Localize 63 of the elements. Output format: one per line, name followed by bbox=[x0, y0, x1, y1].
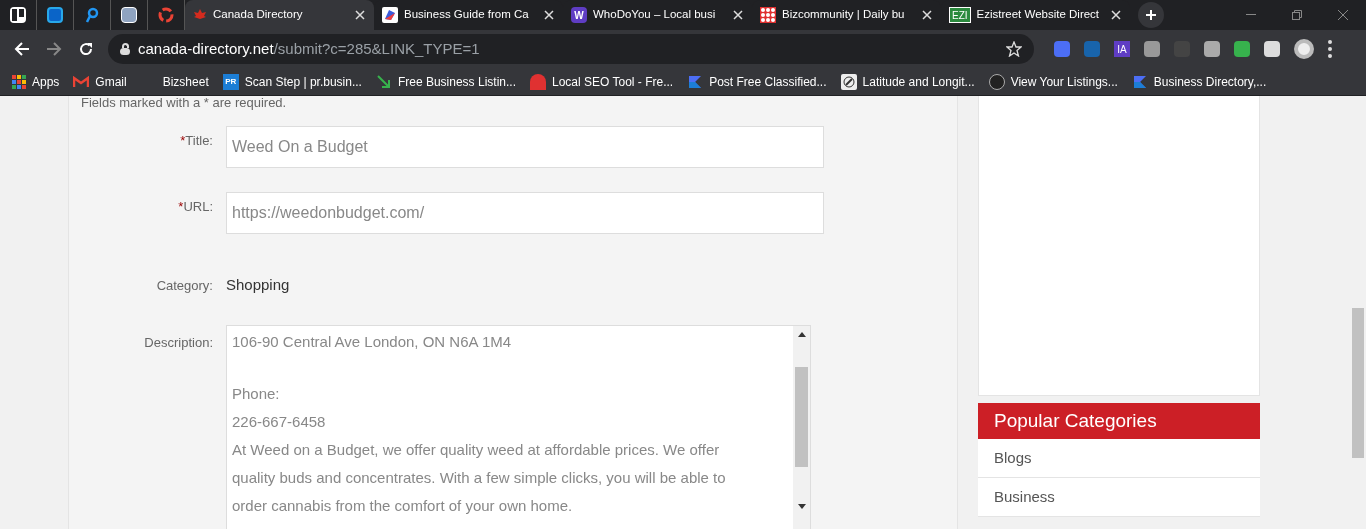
close-icon[interactable] bbox=[921, 9, 933, 21]
scrollbar[interactable] bbox=[793, 325, 810, 529]
gmail-icon bbox=[73, 75, 90, 88]
board-icon bbox=[10, 7, 26, 23]
description-line: 106-90 Central Ave London, ON N6A 1M4 bbox=[232, 331, 513, 352]
extension-icon[interactable] bbox=[1234, 41, 1250, 57]
lock-icon bbox=[120, 43, 130, 55]
description-line: At Weed on a Budget, we offer quality weed at affordable prices. We offer bbox=[232, 439, 721, 460]
close-icon[interactable] bbox=[354, 9, 366, 21]
plus-icon bbox=[1145, 9, 1157, 21]
description-line: quality buds and concentrates. With a few simple clicks, you will be able to bbox=[232, 467, 727, 488]
scroll-down-icon[interactable] bbox=[797, 503, 806, 509]
apps-icon bbox=[12, 74, 26, 89]
ezi-icon: EZI bbox=[949, 7, 971, 23]
star-icon[interactable] bbox=[1006, 41, 1022, 57]
search-icon bbox=[85, 7, 99, 23]
required-note: Fields marked with a * are required. bbox=[80, 96, 287, 109]
bookmark[interactable]: Free Business Listin... bbox=[375, 72, 520, 91]
field-label: *URL: bbox=[177, 198, 213, 216]
field-label: Description: bbox=[143, 333, 213, 352]
maple-leaf-icon bbox=[193, 9, 207, 21]
bookmark[interactable]: Bizsheet bbox=[140, 72, 213, 91]
category-link[interactable]: Business bbox=[978, 478, 1260, 517]
profile-icon[interactable] bbox=[1294, 39, 1314, 59]
close-icon[interactable] bbox=[543, 9, 555, 21]
bookmark[interactable]: PR Scan Step | pr.busin... bbox=[222, 72, 366, 91]
categories-heading: Popular Categories bbox=[978, 403, 1260, 439]
bookmark[interactable]: Apps bbox=[12, 72, 64, 91]
bookmark[interactable]: Latitude and Longit... bbox=[840, 72, 979, 91]
w-icon: W bbox=[571, 7, 587, 23]
bookmark[interactable]: Post Free Classified... bbox=[687, 72, 831, 91]
description-line: Phone: bbox=[232, 383, 281, 404]
menu-icon[interactable] bbox=[1328, 40, 1332, 58]
url-text: canada-directory.net/submit?c=285&LINK_TYPE=1 bbox=[138, 38, 481, 59]
compass-icon bbox=[840, 73, 857, 90]
extension-icon[interactable] bbox=[1204, 41, 1220, 57]
grid-icon bbox=[760, 7, 776, 23]
category-link[interactable]: Blogs bbox=[978, 439, 1260, 478]
close-icon[interactable] bbox=[1110, 9, 1122, 21]
bookmark[interactable]: Gmail bbox=[73, 72, 131, 91]
description-field[interactable] bbox=[226, 324, 811, 529]
guide-icon bbox=[382, 7, 398, 23]
description-line: order cannabis from the comfort of your own home. bbox=[232, 495, 574, 516]
description-line: 226-667-6458 bbox=[232, 411, 327, 432]
text-field[interactable]: https://weedonbudget.com/ bbox=[226, 192, 824, 234]
new-tab-button[interactable] bbox=[1138, 2, 1164, 28]
bookmark[interactable]: Local SEO Tool - Fre... bbox=[530, 72, 678, 91]
field-label: Category: bbox=[155, 276, 213, 295]
address-bar[interactable]: canada-directory.net/submit?c=285&LINK_TYPE=1 bbox=[108, 34, 1034, 64]
field-label: *Title: bbox=[179, 132, 213, 150]
text-field[interactable]: Weed On a Budget bbox=[226, 126, 824, 168]
flag-icon bbox=[687, 73, 704, 90]
bookmark[interactable]: Business Directory,... bbox=[1131, 72, 1271, 91]
browser-tab[interactable]: Canada Directory bbox=[185, 0, 374, 30]
category-value: Shopping bbox=[226, 275, 290, 295]
pr-icon: PR bbox=[222, 73, 239, 90]
extension-icon[interactable]: IA bbox=[1114, 41, 1130, 57]
arrow-icon bbox=[375, 73, 392, 90]
bookmark[interactable]: View Your Listings... bbox=[988, 72, 1122, 91]
scroll-up-icon[interactable] bbox=[797, 331, 806, 337]
flag-icon bbox=[1131, 73, 1148, 90]
close-icon[interactable] bbox=[732, 9, 744, 21]
extension-icon[interactable] bbox=[1144, 41, 1160, 57]
